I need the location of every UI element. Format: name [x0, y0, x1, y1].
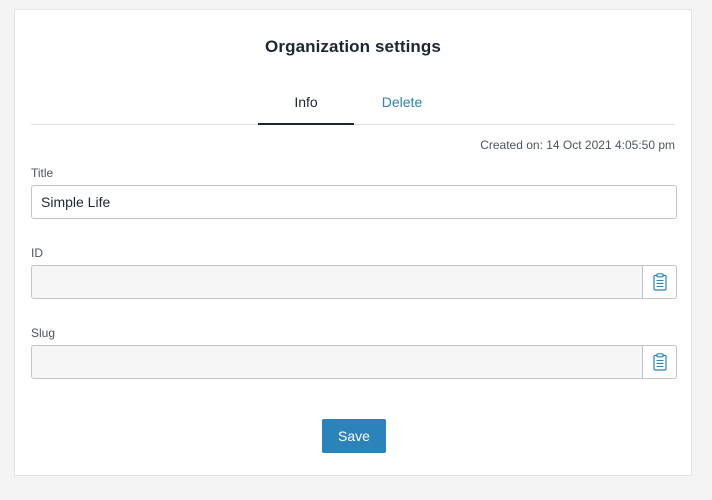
id-input[interactable] — [32, 266, 642, 298]
title-input[interactable] — [31, 185, 677, 219]
slug-label: Slug — [31, 326, 56, 340]
page-title: Organization settings — [265, 37, 441, 56]
save-button[interactable]: Save — [322, 419, 386, 453]
id-field-group — [31, 265, 677, 299]
clipboard-icon — [652, 273, 667, 291]
copy-slug-button[interactable] — [642, 346, 676, 378]
tab-bar: Info Delete — [31, 88, 675, 125]
clipboard-icon — [652, 353, 667, 371]
tab-delete[interactable]: Delete — [354, 88, 450, 123]
slug-field-group — [31, 345, 677, 379]
id-label: ID — [31, 246, 43, 260]
title-label: Title — [31, 166, 54, 180]
slug-input[interactable] — [32, 346, 642, 378]
copy-id-button[interactable] — [642, 266, 676, 298]
tab-info[interactable]: Info — [258, 88, 354, 125]
settings-card: Organization settings Info Delete Create… — [14, 9, 692, 476]
created-timestamp: Created on: 14 Oct 2021 4:05:50 pm — [480, 138, 675, 152]
